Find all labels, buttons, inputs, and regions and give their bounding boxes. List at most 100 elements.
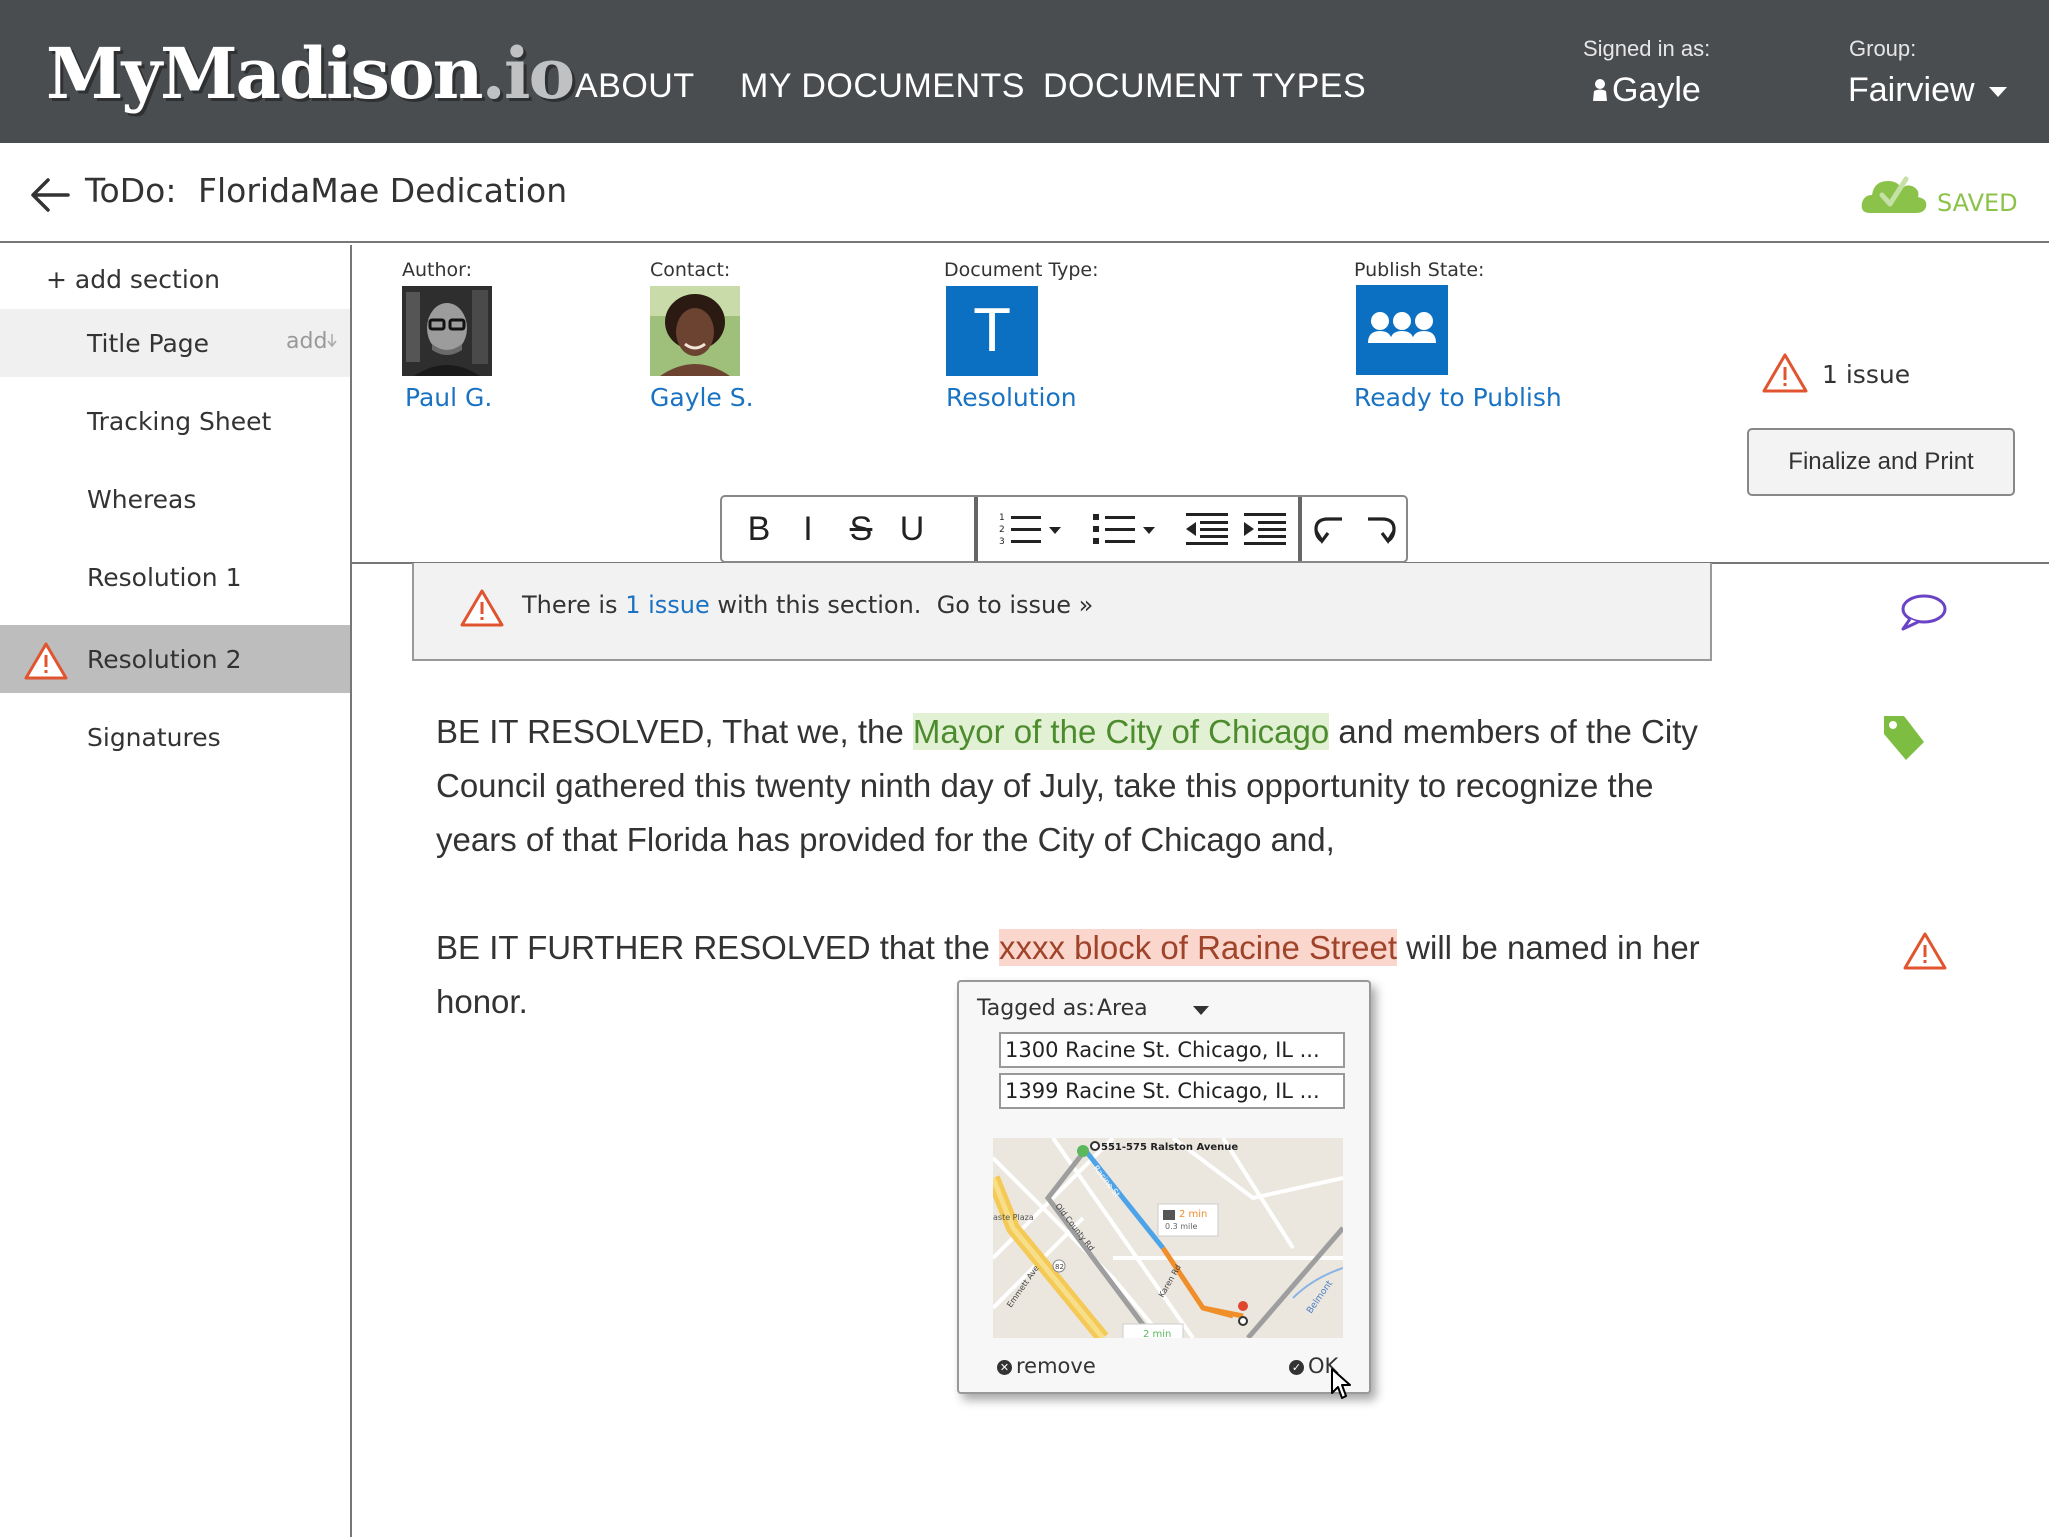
section-issue-banner: There is 1 issue with this section. Go t… (412, 563, 1712, 661)
warning-icon (460, 589, 504, 627)
document-title: FloridaMae Dedication (198, 171, 568, 210)
add-section-button[interactable]: + add section (46, 265, 220, 294)
save-status: SAVED (1937, 189, 2018, 217)
logo-main: MyMadison (46, 32, 484, 115)
sidebar-item-whereas[interactable]: Whereas (0, 465, 350, 533)
chevron-down-icon[interactable] (1193, 1006, 1209, 1015)
sidebar-item-label: Whereas (87, 485, 197, 514)
add-subsection-hint[interactable]: add (286, 329, 338, 354)
contact-name-link[interactable]: Gayle S. (650, 383, 754, 412)
bullet-list-button[interactable] (1090, 497, 1166, 561)
author-label: Author: (402, 259, 473, 281)
issue-count-link[interactable]: 1 issue (625, 591, 710, 619)
map-travel-time-2: 2 min (1143, 1329, 1171, 1338)
sidebar-item-resolution-2[interactable]: Resolution 2 (0, 625, 350, 693)
sidebar-item-signatures[interactable]: Signatures (0, 703, 350, 771)
tag-icon[interactable] (1880, 712, 1928, 764)
sidebar-item-title-page[interactable]: Title Page add (0, 309, 350, 377)
route-map[interactable]: 551-575 Ralston Avenue 2 min 0.3 mile 2 … (993, 1138, 1343, 1338)
underline-button[interactable]: U (892, 497, 932, 561)
map-place-label: aste Plaza (993, 1213, 1034, 1222)
undo-button[interactable] (1310, 497, 1354, 561)
italic-button[interactable]: I (792, 497, 824, 561)
double-chevron-right-icon: » (1078, 591, 1094, 619)
section-sidebar: + add section Title Page add Tracking Sh… (0, 245, 352, 1537)
saved-cloud-icon (1861, 176, 1927, 213)
tagged-entity-racine-street[interactable]: xxxx block of Racine Street (999, 929, 1398, 966)
address-to-field[interactable]: 1399 Racine St. Chicago, IL ... (999, 1073, 1345, 1109)
group-people-icon (1368, 312, 1436, 343)
signed-in-label: Signed in as: (1583, 36, 1711, 61)
issue-count[interactable]: 1 issue (1822, 360, 1910, 389)
svg-text:1: 1 (999, 513, 1005, 523)
indent-icon (1244, 513, 1286, 545)
contact-avatar[interactable] (650, 286, 740, 376)
toolbar-separator (974, 497, 978, 561)
address-from-field[interactable]: 1300 Racine St. Chicago, IL ... (999, 1032, 1345, 1068)
finalize-and-print-button[interactable]: Finalize and Print (1747, 428, 2015, 496)
sidebar-item-resolution-1[interactable]: Resolution 1 (0, 543, 350, 611)
app-logo[interactable]: MyMadison.io (46, 32, 575, 115)
nav-my-documents[interactable]: MY DOCUMENTS (740, 66, 1025, 106)
remove-tag-button[interactable]: ✕ remove (997, 1354, 1096, 1378)
tag-type-select[interactable]: Area (1097, 996, 1148, 1021)
nav-about[interactable]: ABOUT (575, 66, 695, 106)
group-dropdown[interactable]: Fairview (1848, 70, 2007, 110)
back-arrow-icon[interactable] (28, 175, 72, 215)
undo-icon (1314, 517, 1342, 544)
outdent-icon (1186, 513, 1228, 545)
user-icon (1593, 79, 1607, 101)
author-photo (402, 286, 492, 376)
map-travel-distance: 0.3 mile (1165, 1222, 1198, 1231)
warning-icon[interactable] (1903, 931, 1947, 971)
close-circle-icon: ✕ (997, 1359, 1012, 1375)
add-arrow-icon (327, 334, 338, 348)
sidebar-item-label: Resolution 2 (87, 645, 242, 674)
redo-icon (1368, 517, 1396, 544)
mouse-cursor-icon (1331, 1368, 1351, 1399)
resolution-paragraph-1[interactable]: BE IT RESOLVED, That we, the Mayor of th… (436, 705, 1706, 867)
indent-button[interactable] (1240, 497, 1290, 561)
svg-text:2: 2 (999, 525, 1005, 535)
nav-document-types[interactable]: DOCUMENT TYPES (1043, 66, 1366, 106)
warning-icon (1762, 353, 1808, 393)
sidebar-item-label: Signatures (87, 723, 221, 752)
go-to-issue-link[interactable]: Go to issue » (937, 591, 1094, 619)
sidebar-item-label: Resolution 1 (87, 563, 242, 592)
map-route-number: 82 (1055, 1263, 1064, 1271)
issue-banner-text: There is 1 issue with this section. Go t… (522, 591, 1093, 619)
map-travel-time: 2 min (1179, 1209, 1207, 1220)
doctype-label: Document Type: (944, 259, 1099, 281)
group-value: Fairview (1848, 71, 1975, 109)
document-title-row: ToDo: FloridaMae Dedication SAVED (0, 143, 2049, 243)
tagged-entity-mayor[interactable]: Mayor of the City of Chicago (912, 713, 1330, 750)
tag-editor-popup: Tagged as: Area 1300 Racine St. Chicago,… (957, 980, 1371, 1394)
numbered-list-button[interactable]: 1 2 3 (996, 497, 1072, 561)
check-circle-icon: ✓ (1289, 1359, 1304, 1375)
svg-text:3: 3 (999, 537, 1005, 547)
author-avatar[interactable] (402, 286, 492, 376)
signed-in-user[interactable]: Gayle (1592, 70, 1701, 110)
strikethrough-button[interactable]: S (840, 497, 882, 561)
tagged-as-label: Tagged as: (977, 996, 1096, 1021)
sidebar-item-label: Tracking Sheet (87, 407, 272, 436)
outdent-button[interactable] (1182, 497, 1232, 561)
publish-state-tile[interactable] (1356, 285, 1448, 375)
doctype-name-link[interactable]: Resolution (946, 383, 1077, 412)
group-label: Group: (1849, 36, 1917, 61)
sidebar-item-label: Title Page (87, 329, 210, 358)
todo-label: ToDo: (85, 171, 177, 210)
chevron-down-icon (1988, 87, 2007, 98)
publish-state-label: Publish State: (1354, 259, 1485, 281)
issue-banner-prefix: There is (522, 591, 618, 619)
comment-icon[interactable] (1898, 592, 1948, 632)
contact-label: Contact: (650, 259, 731, 281)
doctype-tile[interactable]: T (946, 286, 1038, 376)
author-name-link[interactable]: Paul G. (405, 383, 492, 412)
bold-button[interactable]: B (740, 497, 778, 561)
publish-state-link[interactable]: Ready to Publish (1354, 383, 1562, 412)
issue-banner-suffix: with this section. (717, 591, 922, 619)
redo-button[interactable] (1356, 497, 1400, 561)
map-start-address: 551-575 Ralston Avenue (1101, 1142, 1238, 1153)
sidebar-item-tracking-sheet[interactable]: Tracking Sheet (0, 387, 350, 455)
